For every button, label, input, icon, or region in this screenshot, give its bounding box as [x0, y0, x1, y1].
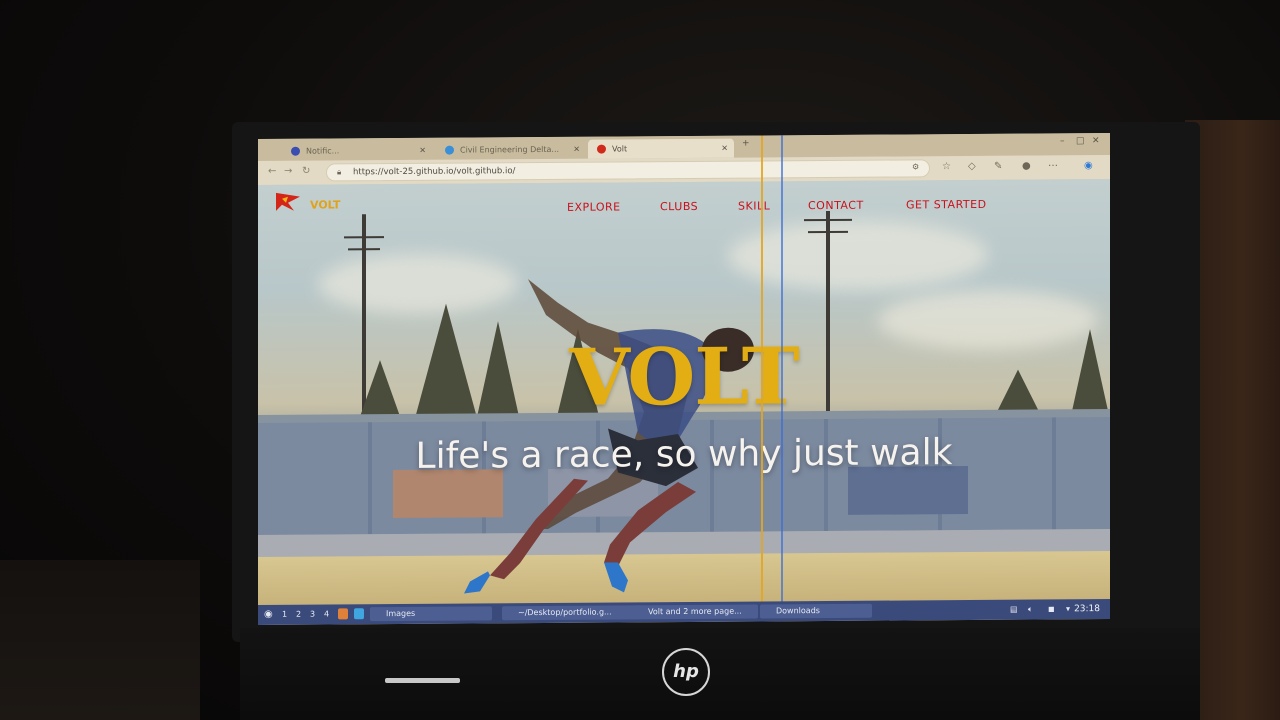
laptop-screen: Notific... ✕ Civil Engineering Delta... …	[258, 133, 1110, 625]
browser-tab-active[interactable]: Volt ✕	[588, 138, 734, 159]
hero-section: VOLT EXPLORE CLUBS SKILL CONTACT GET STA…	[258, 179, 1110, 605]
close-icon[interactable]: ✕	[419, 141, 426, 160]
terminal-icon[interactable]	[354, 608, 364, 620]
hp-logo: hp	[662, 648, 710, 696]
volt-flag-logo-icon[interactable]	[274, 191, 302, 213]
tab-favicon-icon	[291, 146, 300, 156]
workspace-3[interactable]: 3	[310, 608, 315, 622]
workspace-2[interactable]: 2	[296, 608, 301, 622]
system-clock: 23:18	[1074, 604, 1100, 615]
profile-avatar-icon[interactable]: ●	[1022, 161, 1031, 172]
maximize-icon[interactable]: □	[1076, 136, 1085, 146]
volume-icon[interactable]: 🔈︎	[1028, 603, 1033, 617]
site-logo-text[interactable]: VOLT	[310, 198, 340, 211]
extensions-icon[interactable]: ◇	[968, 161, 976, 172]
monitor-stand	[240, 628, 1200, 720]
address-bar[interactable]: 🔒︎ https://volt-25.github.io/volt.github…	[326, 159, 930, 182]
nav-clubs[interactable]: CLUBS	[660, 200, 698, 213]
tab-label: Civil Engineering Delta...	[460, 144, 560, 155]
stand-light	[385, 678, 460, 683]
close-icon[interactable]: ✕	[721, 139, 728, 158]
tab-label: Volt	[612, 144, 628, 154]
start-menu-icon[interactable]: ◉	[264, 608, 273, 622]
clipboard-icon[interactable]: ▤	[1010, 603, 1018, 617]
nav-contact[interactable]: CONTACT	[808, 199, 864, 212]
forward-icon[interactable]: →	[284, 166, 292, 177]
new-tab-icon[interactable]: +	[742, 139, 750, 149]
window-close-icon[interactable]: ✕	[1092, 136, 1100, 146]
hero-title: VOLT	[569, 331, 799, 424]
screen-artifact-line	[761, 135, 763, 622]
taskbar-item-images[interactable]: Images	[370, 606, 492, 622]
taskbar-item-downloads[interactable]: Downloads	[760, 603, 872, 619]
extension-icon[interactable]: ⚙	[912, 162, 919, 171]
nav-skill[interactable]: SKILL	[738, 199, 770, 212]
back-icon[interactable]: ←	[268, 166, 276, 177]
taskbar-item-volt[interactable]: Volt and 2 more page...	[632, 604, 758, 620]
wifi-icon[interactable]: ▾	[1066, 602, 1070, 616]
reload-icon[interactable]: ↻	[302, 166, 310, 177]
workspace-4[interactable]: 4	[324, 607, 329, 621]
nav-get-started[interactable]: GET STARTED	[906, 198, 987, 212]
browser-tab[interactable]: Notific... ✕	[282, 141, 432, 161]
url-text: https://volt-25.github.io/volt.github.io…	[353, 166, 516, 178]
tab-favicon-icon	[445, 145, 454, 155]
tab-favicon-icon	[597, 144, 606, 154]
copilot-icon[interactable]: ◉	[1084, 160, 1093, 171]
desk-clutter	[0, 560, 200, 720]
browser-tab[interactable]: Civil Engineering Delta... ✕	[436, 140, 586, 160]
close-icon[interactable]: ✕	[573, 140, 580, 159]
taskbar-item-portfolio[interactable]: ~/Desktop/portfolio.g...	[502, 605, 642, 621]
lock-icon: 🔒︎	[337, 167, 342, 177]
more-menu-icon[interactable]: ⋯	[1048, 160, 1058, 171]
hero-subtitle: Life's a race, so why just walk	[415, 432, 953, 477]
screen-artifact-line	[781, 135, 783, 622]
notification-icon[interactable]: ◼	[1048, 602, 1055, 616]
bookmark-star-icon[interactable]: ☆	[942, 161, 951, 172]
minimize-icon[interactable]: –	[1060, 136, 1065, 146]
workspace-1[interactable]: 1	[282, 608, 287, 622]
file-manager-icon[interactable]	[338, 608, 348, 620]
nav-explore[interactable]: EXPLORE	[567, 200, 621, 213]
collections-icon[interactable]: ✎	[994, 161, 1002, 172]
tab-label: Notific...	[306, 146, 340, 156]
